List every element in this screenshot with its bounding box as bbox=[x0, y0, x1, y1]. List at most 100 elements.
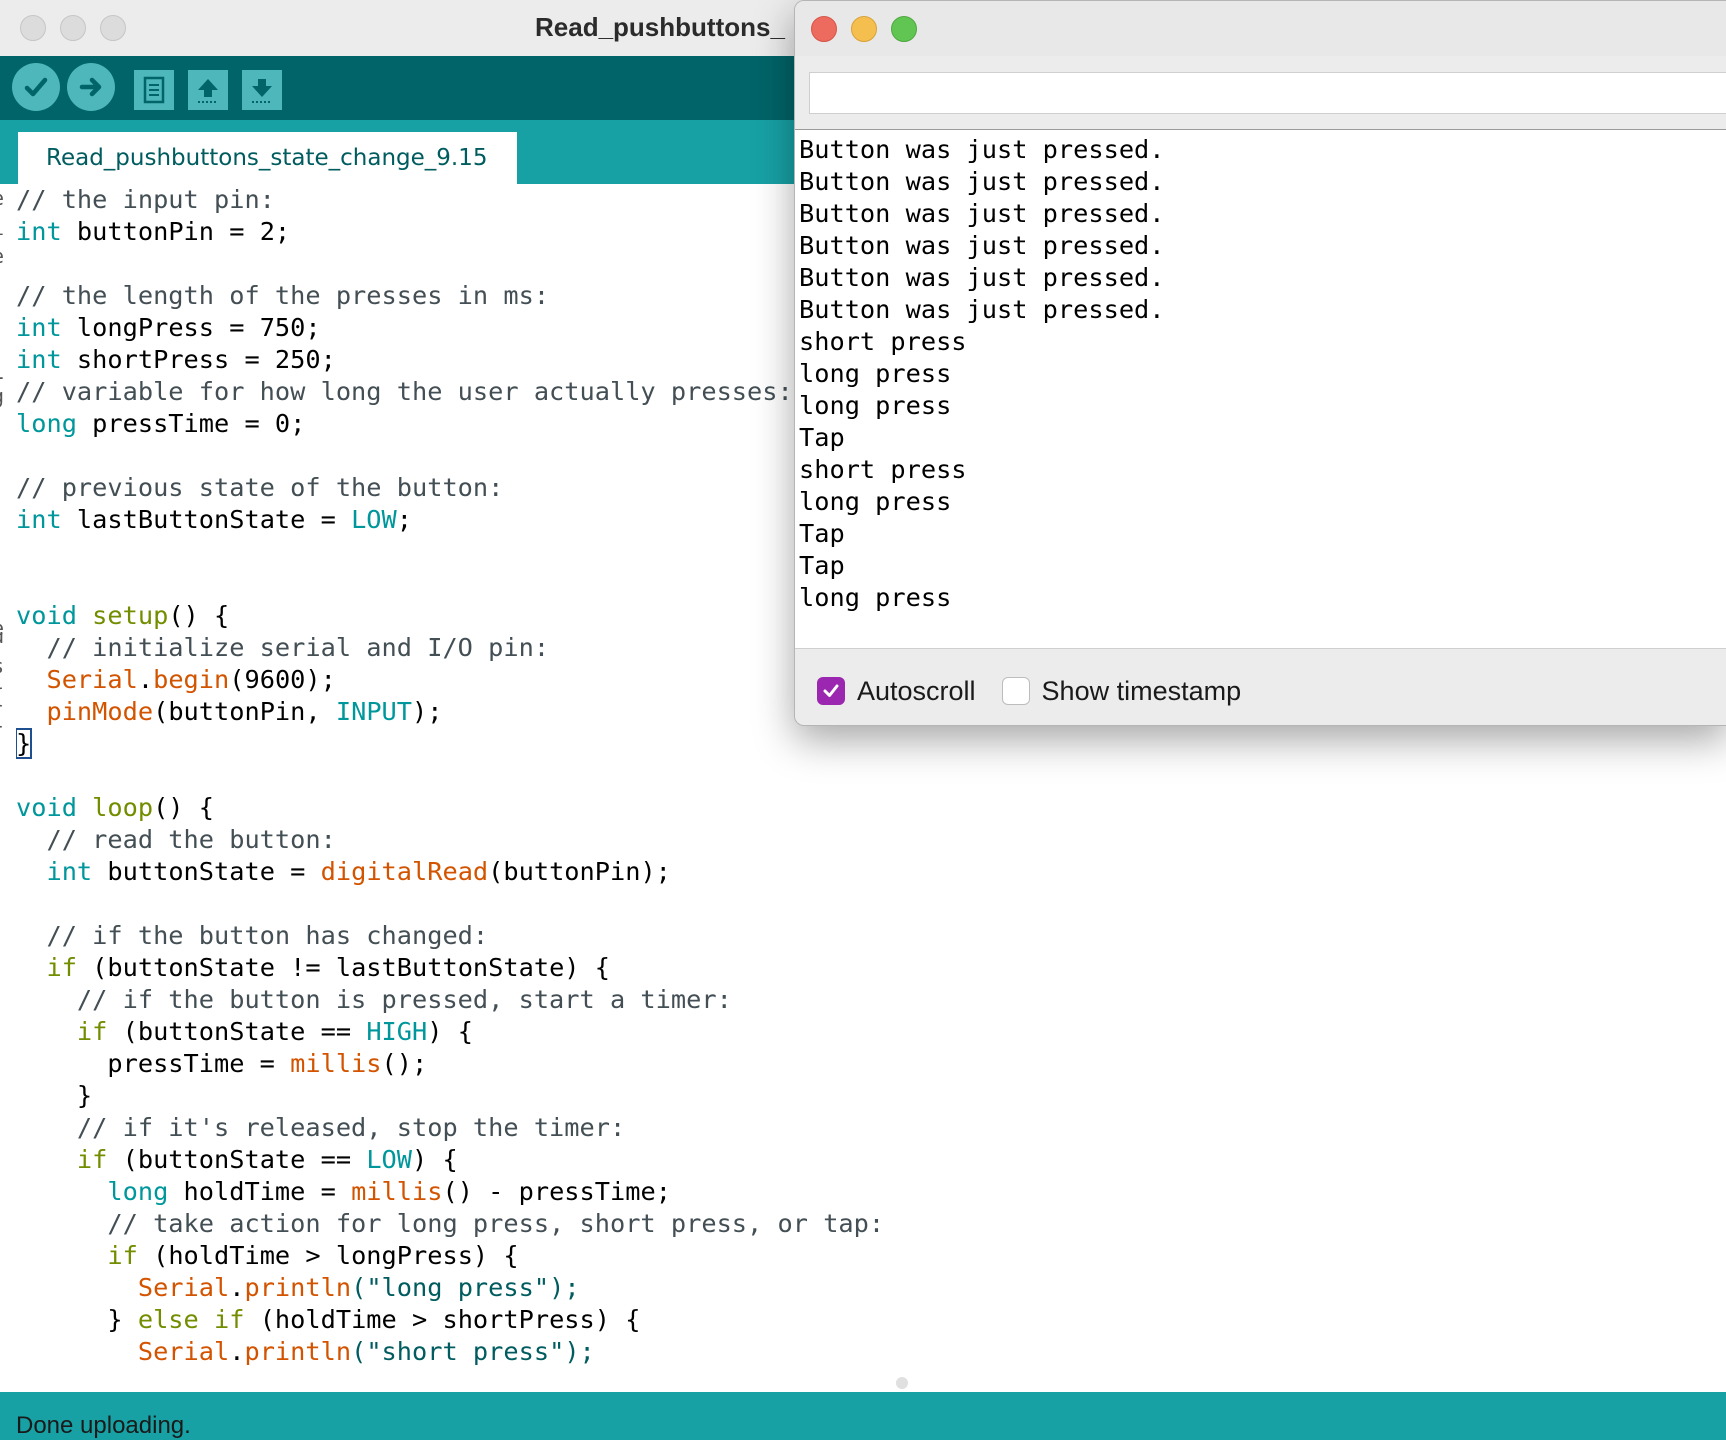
close-button[interactable] bbox=[20, 15, 46, 41]
code-token: int bbox=[16, 505, 62, 534]
checkmark-icon bbox=[823, 684, 839, 697]
code-token: pressTime = 0; bbox=[76, 409, 306, 438]
code-token: // initialize serial and I/O pin: bbox=[16, 633, 550, 662]
code-token: holdTime = bbox=[168, 1177, 352, 1206]
code-line: // take action for long press, short pre… bbox=[16, 1208, 1706, 1240]
save-button[interactable] bbox=[242, 70, 282, 110]
code-token: LOW bbox=[366, 1145, 413, 1174]
scroll-indicator[interactable] bbox=[896, 1377, 908, 1389]
code-token: shortPress = 250; bbox=[61, 345, 336, 374]
arrow-right-icon bbox=[79, 77, 102, 97]
zoom-button[interactable] bbox=[100, 15, 126, 41]
code-token: void bbox=[16, 793, 77, 822]
upload-button[interactable] bbox=[67, 63, 115, 111]
arrow-down-icon bbox=[252, 79, 272, 103]
serial-output-line: Button was just pressed. bbox=[799, 263, 1165, 292]
verify-button[interactable] bbox=[12, 63, 60, 111]
gutter-mark: } bbox=[0, 714, 4, 738]
autoscroll-label[interactable]: Autoscroll bbox=[857, 676, 976, 707]
serial-send-input[interactable] bbox=[809, 72, 1726, 114]
monitor-close-button[interactable] bbox=[811, 16, 837, 42]
code-token: // take action for long press, short pre… bbox=[16, 1209, 885, 1238]
code-token: // variable for how long the user actual… bbox=[16, 377, 793, 406]
code-token: . bbox=[229, 1273, 245, 1302]
minimize-button[interactable] bbox=[60, 15, 86, 41]
code-token: } bbox=[16, 728, 33, 759]
code-token: millis bbox=[351, 1177, 443, 1206]
code-token: buttonState = bbox=[92, 857, 321, 886]
gutter-mark: s bbox=[0, 654, 4, 678]
show-timestamp-label[interactable]: Show timestamp bbox=[1042, 676, 1242, 707]
editor-gutter: eie]1geus{} bbox=[0, 184, 16, 1374]
monitor-minimize-button[interactable] bbox=[851, 16, 877, 42]
code-token: ; bbox=[396, 505, 413, 534]
code-line: } bbox=[16, 728, 1706, 760]
gutter-mark: g bbox=[0, 384, 4, 408]
code-line: // if it's released, stop the timer: bbox=[16, 1112, 1706, 1144]
monitor-options: Autoscroll Show timestamp bbox=[817, 676, 1241, 706]
code-line: if (buttonState != lastButtonState) { bbox=[16, 952, 1706, 984]
code-token: ) { bbox=[427, 1017, 473, 1046]
code-token: int bbox=[16, 313, 62, 342]
code-token: (buttonState == bbox=[107, 1145, 367, 1174]
code-token: (holdTime > longPress) { bbox=[137, 1241, 519, 1270]
serial-monitor-window: Button was just pressed. Button was just … bbox=[794, 0, 1726, 726]
gutter-mark: u bbox=[0, 624, 4, 648]
code-token: longPress = 750; bbox=[61, 313, 321, 342]
arrow-up-icon bbox=[198, 79, 218, 103]
open-button[interactable] bbox=[188, 70, 228, 110]
code-token: HIGH bbox=[366, 1017, 428, 1046]
serial-output-line: Button was just pressed. bbox=[799, 231, 1165, 260]
code-token: println bbox=[244, 1273, 352, 1302]
autoscroll-checkbox[interactable] bbox=[817, 677, 845, 705]
new-sketch-button[interactable] bbox=[134, 70, 174, 110]
code-token: millis bbox=[290, 1049, 382, 1078]
code-line: void loop() { bbox=[16, 792, 1706, 824]
gutter-mark: 1 bbox=[0, 360, 4, 384]
code-token: // previous state of the button: bbox=[16, 473, 504, 502]
code-token: void bbox=[16, 601, 77, 630]
code-token: ("long press"); bbox=[351, 1273, 580, 1302]
show-timestamp-checkbox[interactable] bbox=[1001, 677, 1030, 705]
code-token: if bbox=[76, 1145, 108, 1174]
monitor-zoom-button[interactable] bbox=[891, 16, 917, 42]
serial-output-line: long press bbox=[799, 487, 952, 516]
code-token: int bbox=[46, 857, 93, 886]
gutter-mark: ] bbox=[0, 324, 4, 348]
code-token: long bbox=[107, 1177, 169, 1206]
code-token: Serial bbox=[137, 1337, 230, 1366]
code-line: int buttonState = digitalRead(buttonPin)… bbox=[16, 856, 1706, 888]
gutter-mark: { bbox=[0, 684, 4, 708]
code-token: pinMode bbox=[46, 697, 154, 726]
code-token: digitalRead bbox=[320, 857, 489, 886]
status-message: Done uploading. bbox=[16, 1412, 191, 1439]
code-line: pressTime = millis(); bbox=[16, 1048, 1706, 1080]
code-token: (buttonState == bbox=[107, 1017, 367, 1046]
code-token: . bbox=[137, 665, 154, 694]
serial-output-line: Tap bbox=[799, 551, 845, 580]
tab-sketch[interactable]: Read_pushbuttons_state_change_9.15 bbox=[18, 132, 517, 184]
code-line: Serial.println("long press"); bbox=[16, 1272, 1706, 1304]
code-token: begin bbox=[153, 665, 230, 694]
code-line: } bbox=[16, 1080, 1706, 1112]
code-token: (buttonPin); bbox=[488, 857, 671, 886]
serial-output-line: Button was just pressed. bbox=[799, 167, 1165, 196]
code-line: long holdTime = millis() - pressTime; bbox=[16, 1176, 1706, 1208]
code-token: } bbox=[16, 1081, 93, 1110]
code-token: } bbox=[16, 1305, 138, 1334]
code-token: else bbox=[137, 1305, 199, 1334]
code-line: if (buttonState == LOW) { bbox=[16, 1144, 1706, 1176]
serial-output[interactable]: Button was just pressed. Button was just … bbox=[795, 129, 1726, 649]
code-token: (9600); bbox=[229, 665, 336, 694]
monitor-titlebar bbox=[795, 1, 1726, 56]
code-token: // the input pin: bbox=[16, 185, 275, 214]
code-token: if bbox=[46, 953, 77, 982]
